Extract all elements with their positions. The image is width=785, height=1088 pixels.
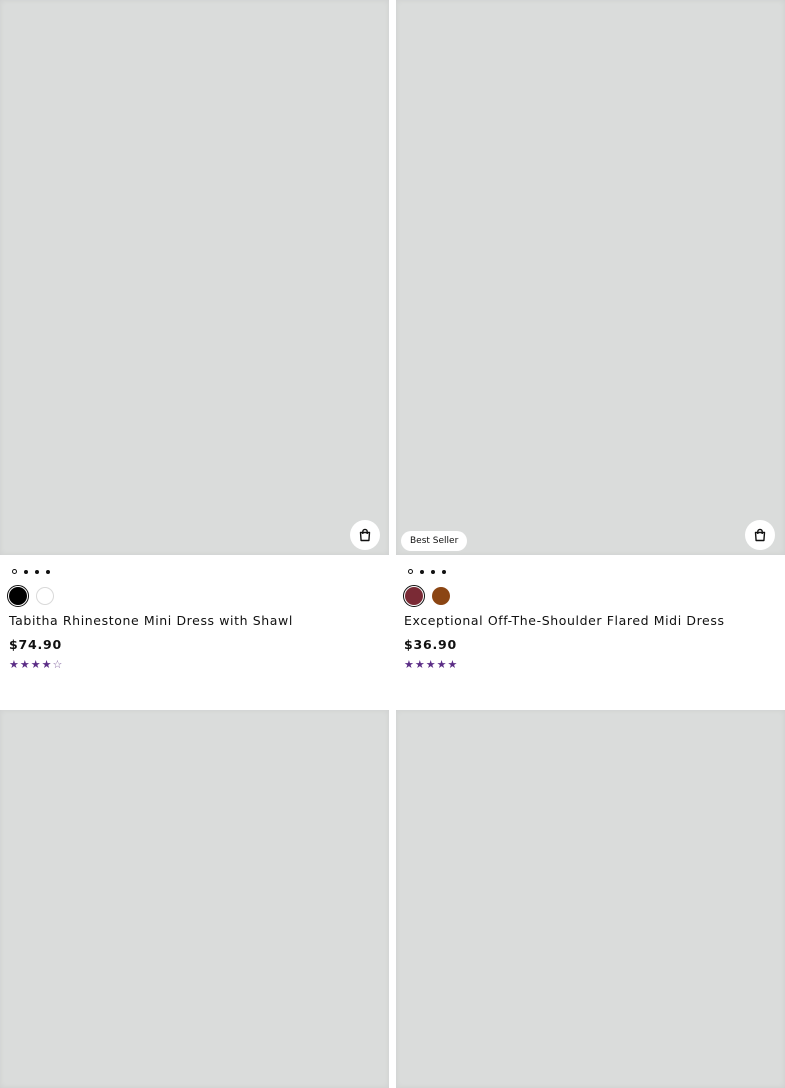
product-card[interactable]: [396, 710, 785, 1088]
product-grid: Tabitha Rhinestone Mini Dress with Shawl…: [0, 0, 785, 1088]
star-filled-icon: ★: [41, 658, 52, 671]
product-card[interactable]: [0, 710, 389, 1088]
product-image[interactable]: [396, 710, 785, 1088]
carousel-dot[interactable]: [12, 569, 17, 574]
shopping-bag-icon: [359, 528, 371, 542]
image-carousel-dots: [12, 569, 50, 574]
product-image[interactable]: [0, 710, 389, 1088]
product-price: $74.90: [9, 637, 63, 652]
product-title[interactable]: Tabitha Rhinestone Mini Dress with Shawl: [9, 613, 293, 628]
carousel-dot[interactable]: [35, 569, 39, 574]
quick-add-button[interactable]: [745, 520, 775, 550]
color-swatch-black[interactable]: [7, 585, 29, 607]
product-card[interactable]: Best Seller Exceptional Off-The-Shoulder…: [396, 0, 785, 700]
rating-stars: ★ ★ ★ ★ ★: [404, 659, 457, 671]
star-filled-icon: ★: [425, 658, 436, 671]
swatch-color: [432, 587, 450, 605]
color-swatch-wine[interactable]: [403, 585, 425, 607]
star-empty-icon: ☆: [52, 658, 63, 671]
color-swatch-white[interactable]: [34, 585, 56, 607]
product-image[interactable]: [396, 0, 785, 555]
carousel-dot[interactable]: [408, 569, 413, 574]
swatch-color: [9, 587, 27, 605]
product-title[interactable]: Exceptional Off-The-Shoulder Flared Midi…: [404, 613, 725, 628]
carousel-dot[interactable]: [442, 569, 446, 574]
swatch-color: [36, 587, 54, 605]
star-filled-icon: ★: [19, 658, 30, 671]
carousel-dot[interactable]: [24, 569, 28, 574]
product-image[interactable]: [0, 0, 389, 555]
star-filled-icon: ★: [414, 658, 425, 671]
best-seller-badge: Best Seller: [401, 531, 468, 551]
quick-add-button[interactable]: [350, 520, 380, 550]
rating-stars: ★ ★ ★ ★ ☆: [9, 659, 62, 671]
color-swatches: [403, 585, 452, 607]
star-filled-icon: ★: [404, 658, 414, 671]
product-card[interactable]: Tabitha Rhinestone Mini Dress with Shawl…: [0, 0, 389, 700]
carousel-dot[interactable]: [420, 569, 424, 574]
star-filled-icon: ★: [436, 658, 447, 671]
star-filled-icon: ★: [30, 658, 41, 671]
star-filled-icon: ★: [447, 658, 458, 671]
image-carousel-dots: [408, 569, 446, 574]
product-price: $36.90: [404, 637, 458, 652]
carousel-dot[interactable]: [46, 569, 50, 574]
star-filled-icon: ★: [9, 658, 19, 671]
color-swatches: [7, 585, 56, 607]
color-swatch-rust[interactable]: [430, 585, 452, 607]
carousel-dot[interactable]: [431, 569, 435, 574]
shopping-bag-icon: [754, 528, 766, 542]
swatch-color: [405, 587, 423, 605]
